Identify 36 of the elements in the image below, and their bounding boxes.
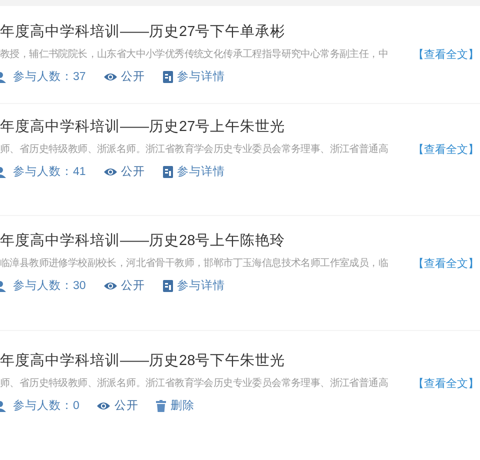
view-full-text-link[interactable]: 【查看全文】	[413, 376, 480, 392]
description-text: 师、省历史特级教师、浙派名师。浙江省教育学会历史专业委员会常务理事、浙江省普通高	[0, 142, 388, 157]
delete-link[interactable]: 删除	[156, 398, 194, 414]
participant-count: 参与人数：30	[13, 278, 86, 294]
eye-icon	[104, 281, 117, 291]
view-full-text-link[interactable]: 【查看全文】	[413, 142, 480, 158]
course-title[interactable]: 年度高中学科培训——历史28号下午朱世光	[0, 351, 286, 371]
visibility-label: 公开	[120, 164, 145, 180]
participant-count: 参与人数：0	[13, 398, 80, 414]
trash-icon	[156, 400, 166, 412]
document-icon	[162, 71, 173, 83]
description-text: 教授，辅仁书院院长，山东省大中小学优秀传统文化传承工程指导研究中心常务副主任，中	[0, 48, 388, 62]
visibility-label: 公开	[120, 70, 145, 85]
document-icon	[162, 280, 173, 292]
visibility-label: 公开	[120, 278, 145, 294]
user-icon	[0, 166, 7, 178]
user-icon	[0, 71, 7, 83]
course-title[interactable]: 年度高中学科培训——历史27号下午单承彬	[0, 22, 286, 42]
eye-icon	[97, 401, 110, 411]
description-text: 师、省历史特级教师、浙派名师。浙江省教育学会历史专业委员会常务理事、浙江省普通高	[0, 376, 388, 391]
document-icon	[162, 166, 173, 178]
user-icon	[0, 280, 7, 292]
details-link[interactable]: 参与详情	[162, 69, 225, 85]
visibility-label: 公开	[114, 398, 138, 414]
view-full-text-link[interactable]: 【查看全文】	[413, 47, 480, 63]
participant-count: 参与人数：37	[13, 70, 86, 85]
participant-count: 参与人数：41	[13, 164, 86, 180]
eye-icon	[104, 72, 117, 82]
description-text: 临漳县教师进修学校副校长，河北省骨干教师，邯郸市丁玉海信息技术名师工作室成员，临	[0, 256, 388, 271]
course-title[interactable]: 年度高中学科培训——历史28号上午陈艳玲	[0, 231, 286, 251]
user-icon	[0, 400, 7, 412]
course-title[interactable]: 年度高中学科培训——历史27号上午朱世光	[0, 117, 286, 137]
details-link[interactable]: 参与详情	[162, 278, 225, 294]
view-full-text-link[interactable]: 【查看全文】	[413, 256, 480, 272]
eye-icon	[104, 167, 117, 177]
details-link[interactable]: 参与详情	[162, 164, 225, 180]
